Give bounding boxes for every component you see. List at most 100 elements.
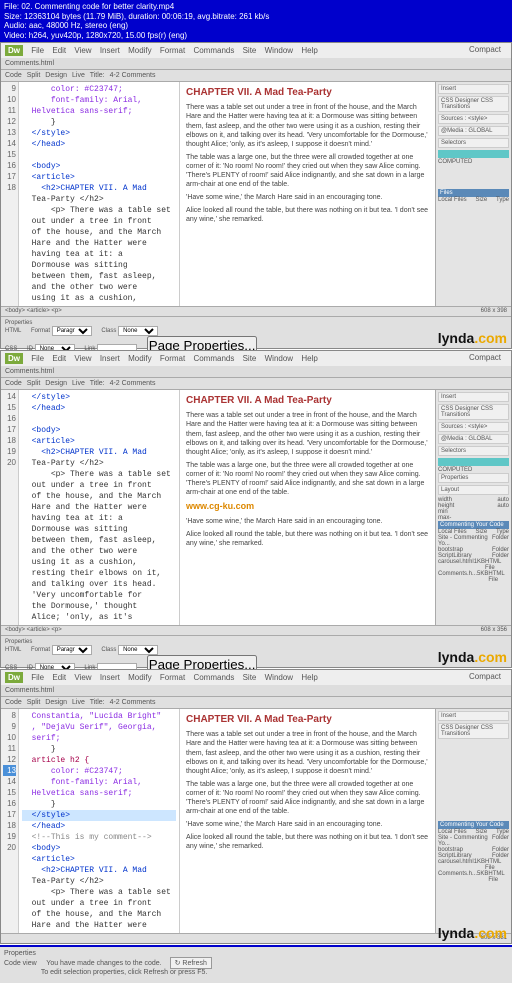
dreamweaver-window-2: Dw File Edit View Insert Modify Format C… [0, 350, 512, 668]
insert-panel[interactable]: Insert [438, 84, 509, 94]
menu-file[interactable]: File [31, 673, 44, 682]
view-split[interactable]: Split [27, 72, 41, 79]
menu-window[interactable]: Window [265, 46, 293, 55]
css-designer-panel[interactable]: CSS Designer CSS Transitions [438, 404, 509, 420]
video-size: Size: 12363104 bytes (11.79 MiB), durati… [4, 12, 508, 22]
file-row: Site - Commenting Yo...Folder [438, 535, 509, 547]
menu-commands[interactable]: Commands [193, 673, 234, 682]
menu-commands[interactable]: Commands [193, 46, 234, 55]
menu-help[interactable]: Help [301, 673, 317, 682]
sources-section[interactable]: Sources : <style> [438, 114, 509, 124]
menu-format[interactable]: Format [160, 46, 185, 55]
menu-view[interactable]: View [74, 46, 91, 55]
code-changed-msg: You have made changes to the code. [46, 960, 161, 967]
menu-file[interactable]: File [31, 354, 44, 363]
site-header[interactable]: Commenting Your Code [438, 521, 509, 529]
insert-panel[interactable]: Insert [438, 711, 509, 721]
title-value[interactable]: 4-2 Comments [110, 380, 156, 387]
css-designer-panel[interactable]: CSS Designer CSS Transitions [438, 723, 509, 739]
menu-window[interactable]: Window [265, 673, 293, 682]
menu-file[interactable]: File [31, 46, 44, 55]
code-editor[interactable]: </style> </head> <body> <article> <h2>CH… [19, 390, 179, 625]
format-select[interactable]: Paragraph [52, 326, 92, 336]
css-designer-panel[interactable]: CSS Designer CSS Transitions [438, 96, 509, 112]
bottom-properties-panel: Properties Code view You have made chang… [0, 945, 512, 983]
media-section[interactable]: @Media : GLOBAL [438, 434, 509, 444]
insert-panel[interactable]: Insert [438, 392, 509, 402]
line-gutter: 1415 1617 1819 20 [1, 390, 19, 625]
menu-site[interactable]: Site [243, 46, 257, 55]
watermark-text: www.cg-ku.com [186, 501, 429, 513]
layout-selector[interactable]: Compact [469, 45, 501, 54]
view-toolbar: Code Split Design Live Title: 4-2 Commen… [1, 697, 511, 709]
menu-window[interactable]: Window [265, 354, 293, 363]
preview-p4: Alice looked all round the table, but th… [186, 530, 429, 548]
menu-modify[interactable]: Modify [128, 673, 152, 682]
view-design[interactable]: Design [45, 380, 67, 387]
menu-site[interactable]: Site [243, 354, 257, 363]
site-header[interactable]: Commenting Your Code [438, 821, 509, 829]
menu-edit[interactable]: Edit [52, 673, 66, 682]
sources-section[interactable]: Sources : <style> [438, 422, 509, 432]
doc-tab[interactable]: Comments.html [5, 60, 54, 67]
view-live[interactable]: Live [72, 699, 85, 706]
menu-insert[interactable]: Insert [100, 46, 120, 55]
code-editor[interactable]: color: #C23747; font-family: Arial, Helv… [19, 82, 179, 306]
properties-panel: Properties HTML Format Paragraph Class N… [1, 316, 511, 348]
view-split[interactable]: Split [27, 699, 41, 706]
video-audio: Audio: aac, 48000 Hz, stereo (eng) [4, 21, 508, 31]
design-preview: CHAPTER VII. A Mad Tea-Party There was a… [179, 709, 435, 933]
class-select[interactable]: None [118, 326, 158, 336]
title-value[interactable]: 4-2 Comments [110, 699, 156, 706]
html-tab[interactable]: HTML [5, 647, 21, 653]
menu-format[interactable]: Format [160, 673, 185, 682]
menu-view[interactable]: View [74, 673, 91, 682]
lynda-watermark: lynda.com [438, 925, 507, 941]
menu-insert[interactable]: Insert [100, 673, 120, 682]
view-design[interactable]: Design [45, 72, 67, 79]
selectors-section[interactable]: Selectors [438, 446, 509, 456]
menu-commands[interactable]: Commands [193, 354, 234, 363]
file-row: carousel.html1KBHTML File [438, 559, 509, 571]
layout-selector[interactable]: Compact [469, 672, 501, 681]
file-row: Site - Commenting Yo...Folder [438, 835, 509, 847]
properties-section[interactable]: Properties [438, 473, 509, 483]
menu-help[interactable]: Help [301, 354, 317, 363]
properties-panel: Properties HTML Format Paragraph Class N… [1, 635, 511, 667]
view-code[interactable]: Code [5, 72, 22, 79]
preview-p3: 'Have some wine,' the March Hare said in… [186, 193, 429, 202]
video-video: Video: h264, yuv420p, 1280x720, 15.00 fp… [4, 31, 508, 41]
menu-insert[interactable]: Insert [100, 354, 120, 363]
dreamweaver-window-1: Dw File Edit View Insert Modify Format C… [0, 42, 512, 349]
view-design[interactable]: Design [45, 699, 67, 706]
doc-tab[interactable]: Comments.html [5, 687, 54, 694]
view-split[interactable]: Split [27, 380, 41, 387]
refresh-hint: To edit selection properties, click Refr… [41, 969, 208, 976]
view-code[interactable]: Code [5, 380, 22, 387]
menu-modify[interactable]: Modify [128, 354, 152, 363]
view-live[interactable]: Live [72, 380, 85, 387]
format-select[interactable]: Paragraph [52, 645, 92, 655]
layout-selector[interactable]: Compact [469, 353, 501, 362]
view-live[interactable]: Live [72, 72, 85, 79]
html-tab[interactable]: HTML [5, 328, 21, 334]
code-editor[interactable]: Constantia, "Lucida Bright" , "DejaVu Se… [19, 709, 179, 933]
doc-tab[interactable]: Comments.html [5, 368, 54, 375]
files-header[interactable]: Files [438, 189, 509, 197]
menu-site[interactable]: Site [243, 673, 257, 682]
menu-modify[interactable]: Modify [128, 46, 152, 55]
class-select[interactable]: None [118, 645, 158, 655]
refresh-button[interactable]: ↻ Refresh [170, 957, 212, 969]
selectors-section[interactable]: Selectors [438, 138, 509, 148]
view-code[interactable]: Code [5, 699, 22, 706]
preview-p4: Alice looked all round the table, but th… [186, 206, 429, 224]
title-value[interactable]: 4-2 Comments [110, 72, 156, 79]
code-view-label: Code view [4, 960, 37, 967]
menu-format[interactable]: Format [160, 354, 185, 363]
menu-edit[interactable]: Edit [52, 354, 66, 363]
media-section[interactable]: @Media : GLOBAL [438, 126, 509, 136]
menu-view[interactable]: View [74, 354, 91, 363]
menu-edit[interactable]: Edit [52, 46, 66, 55]
menu-help[interactable]: Help [301, 46, 317, 55]
lynda-watermark: lynda.com [438, 330, 507, 346]
